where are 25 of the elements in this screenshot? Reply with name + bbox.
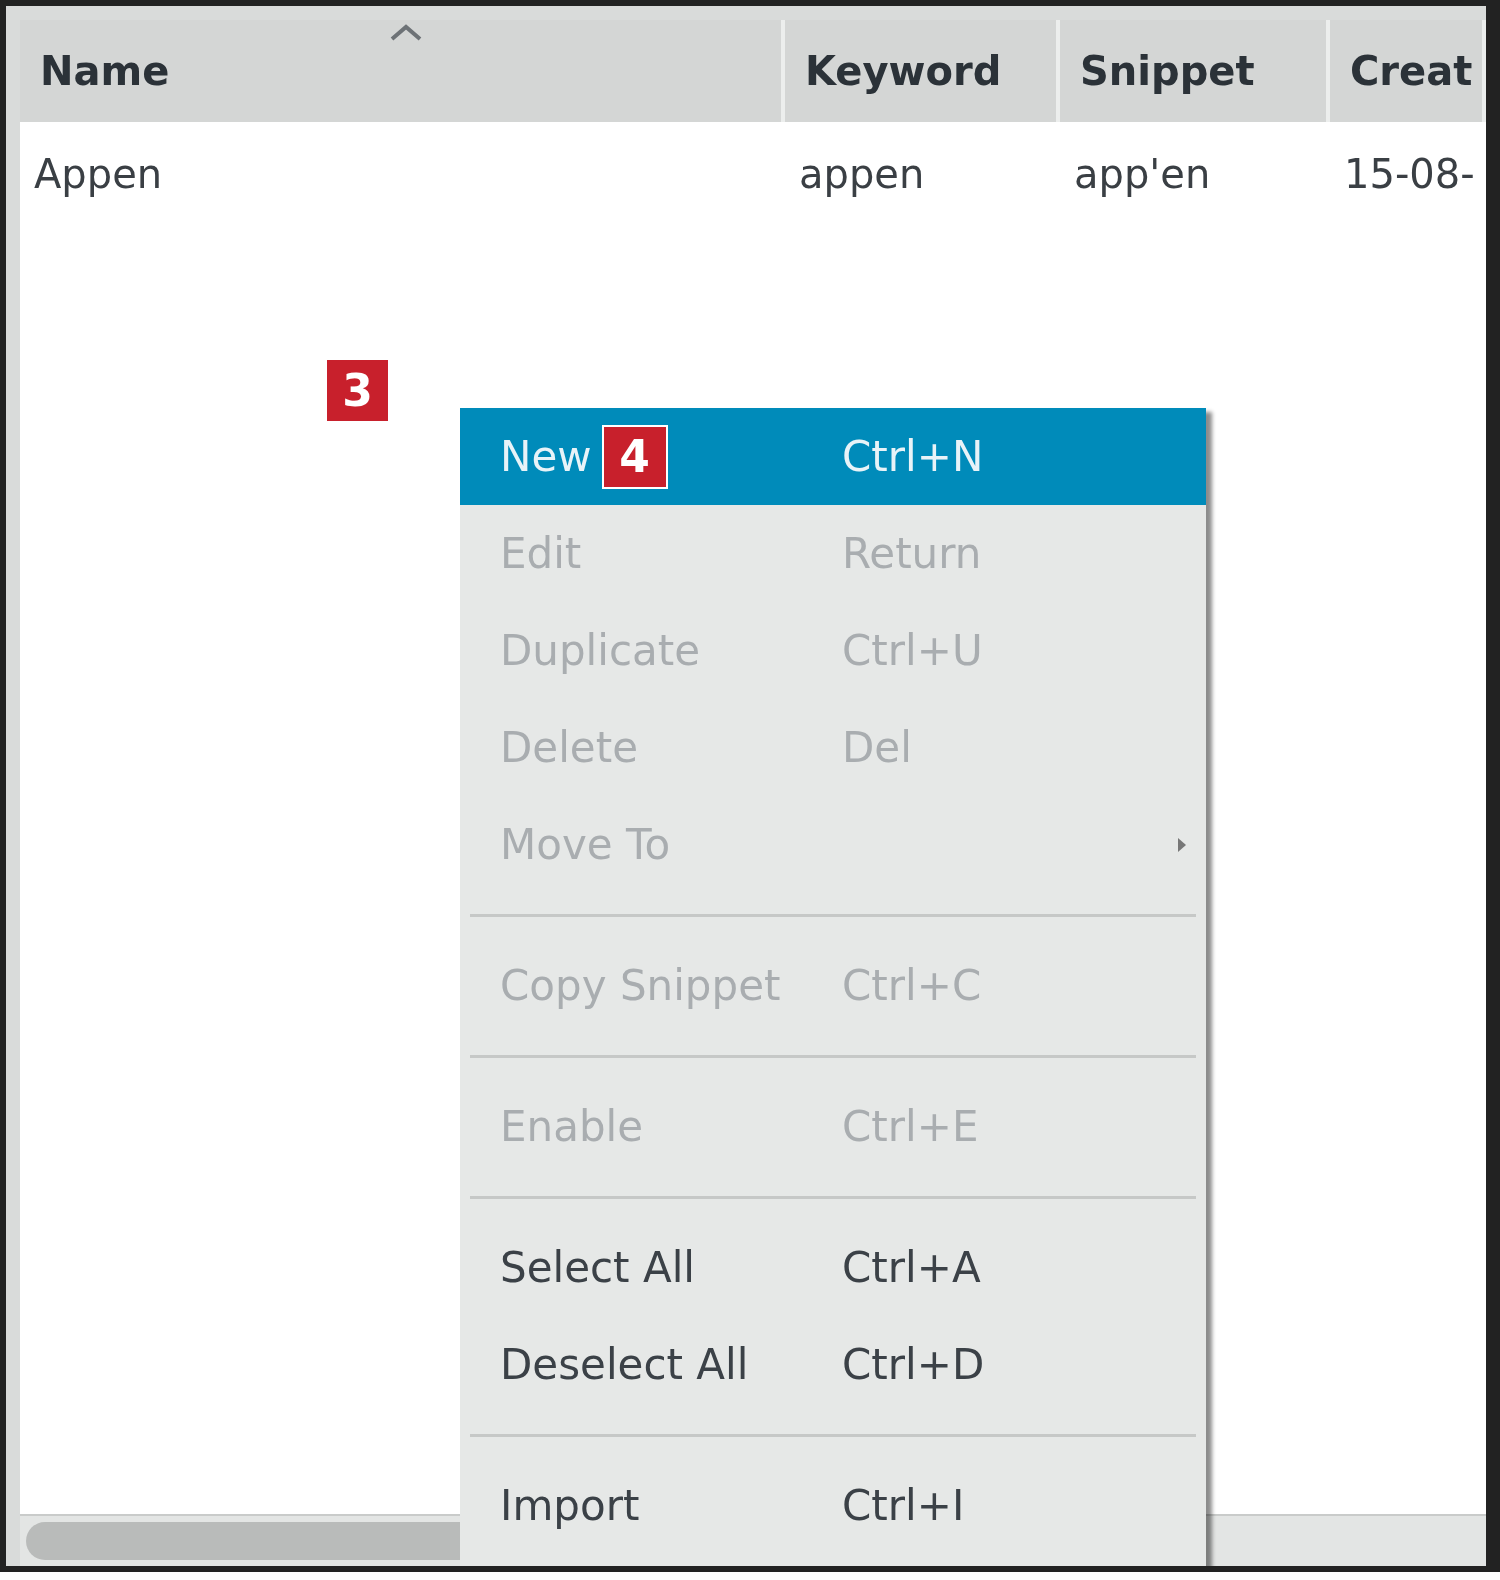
table-cell-text: Appen — [33, 151, 164, 197]
menu-item-label: New — [500, 432, 592, 481]
shortcut-label: Ctrl+N — [842, 432, 984, 481]
table-cell-text: app'en — [1073, 151, 1212, 197]
shortcut-label: Ctrl+I — [842, 1481, 965, 1530]
shortcut-label: Ctrl+A — [842, 1243, 981, 1292]
table-cell-text: appen — [798, 151, 926, 197]
shortcut-label: Del — [842, 723, 912, 772]
table-cell-text: 15-08- — [1343, 151, 1476, 197]
menu-item-label: Import — [500, 1481, 640, 1530]
callout-number: 4 — [601, 424, 668, 489]
shortcut-label: Ctrl+E — [842, 1102, 979, 1151]
shortcut-label: Ctrl+D — [842, 1340, 985, 1389]
menu-item-label: Enable — [500, 1102, 644, 1151]
shortcut-label: Ctrl+C — [842, 961, 982, 1010]
menu-item-label: Copy Snippet — [500, 961, 781, 1010]
menu-item-label: Delete — [500, 723, 638, 772]
shortcut-label: Return — [842, 529, 982, 578]
menu-item-label: Duplicate — [500, 626, 701, 675]
menu-item-label: Deselect All — [500, 1340, 749, 1389]
callout-number: 3 — [325, 358, 390, 423]
menu-item-label: Edit — [500, 529, 582, 578]
menu-item-label: Select All — [500, 1243, 695, 1292]
shortcut-label: Ctrl+U — [842, 626, 983, 675]
menu-item-label: Move To — [500, 820, 671, 869]
